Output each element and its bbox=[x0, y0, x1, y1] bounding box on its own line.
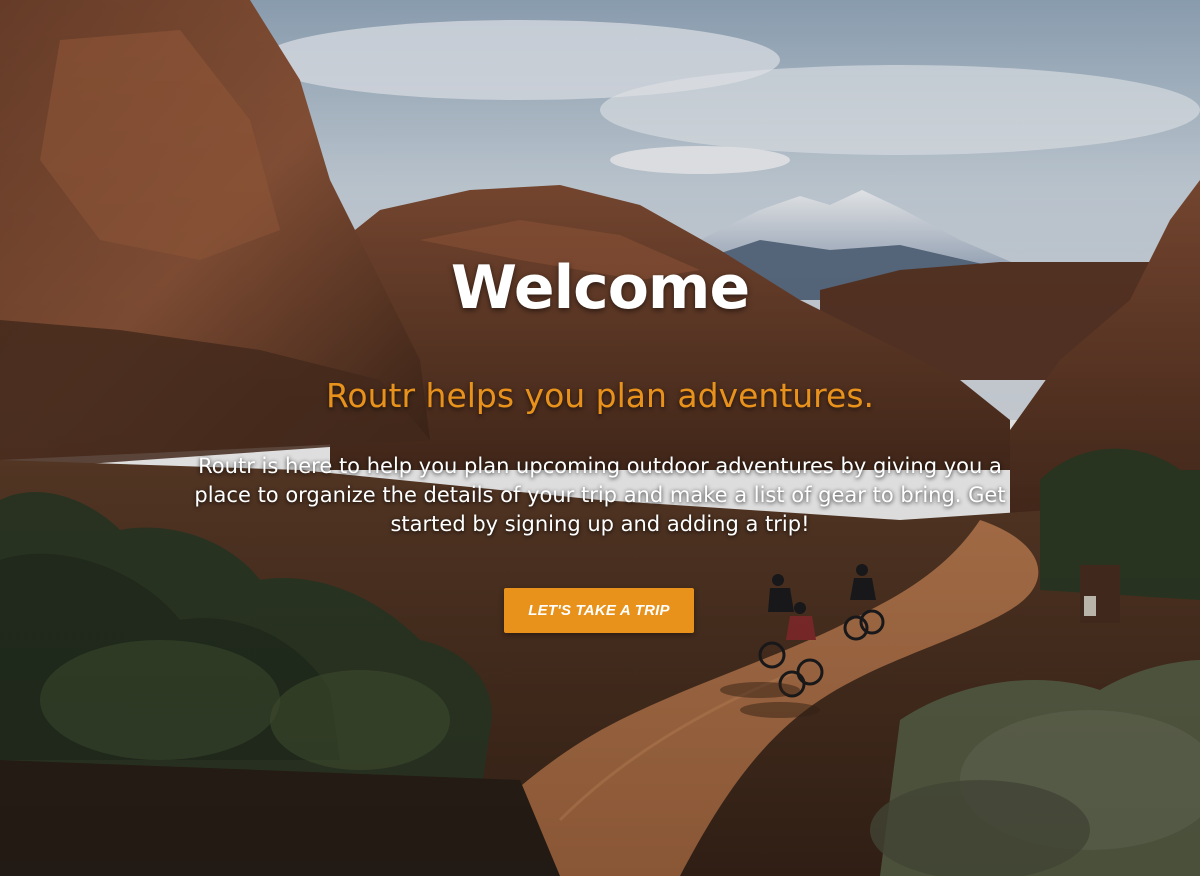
welcome-heading: Welcome bbox=[450, 253, 750, 323]
intro-paragraph: Routr is here to help you plan upcoming … bbox=[194, 454, 1006, 536]
hero-section bbox=[0, 0, 1200, 876]
tagline-heading: Routr helps you plan adventures. bbox=[325, 376, 875, 415]
take-a-trip-button[interactable]: LET'S TAKE A TRIP bbox=[504, 588, 694, 633]
hero-overlay bbox=[0, 0, 1200, 876]
